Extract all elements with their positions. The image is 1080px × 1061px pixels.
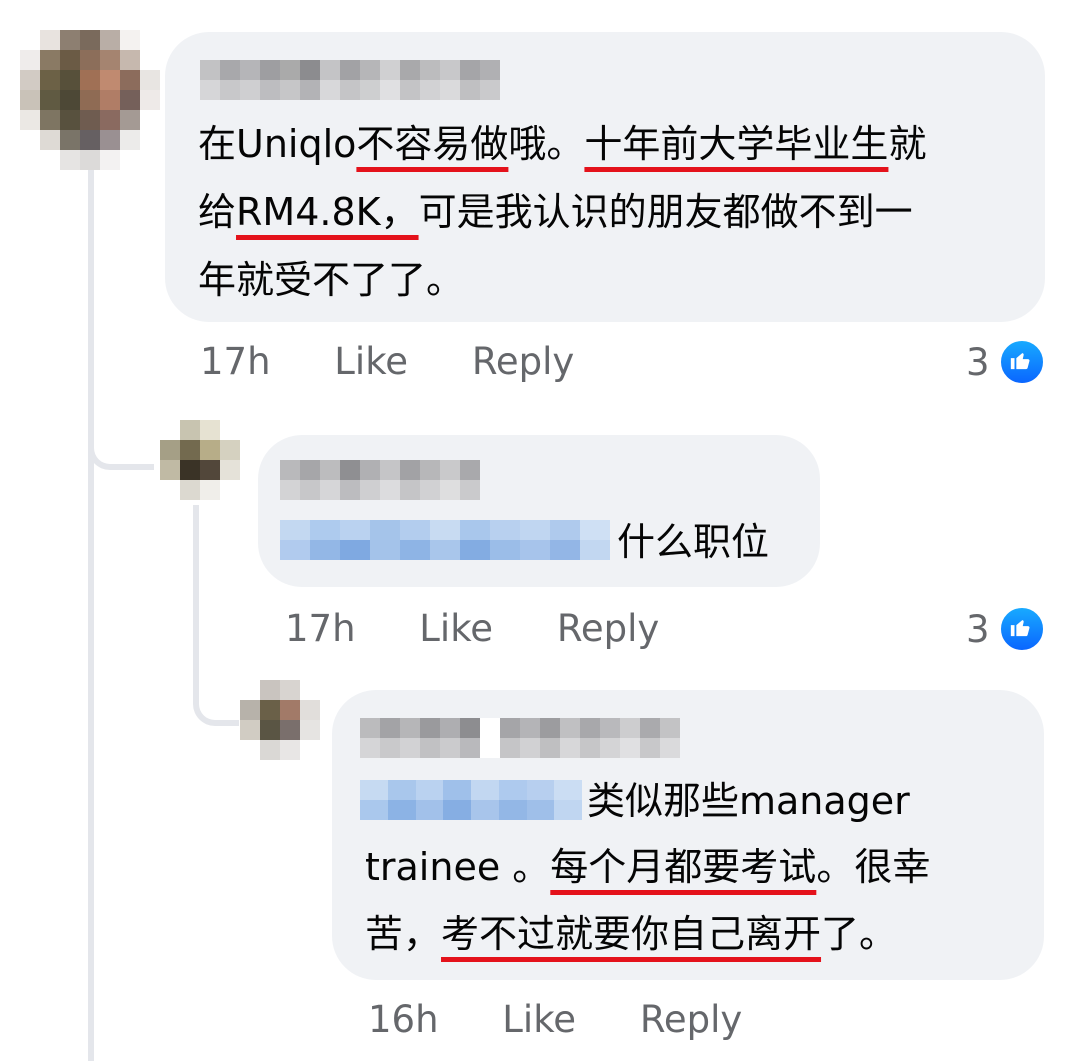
thread-connector-reply-1 <box>88 400 154 470</box>
timestamp[interactable]: 16h <box>368 998 439 1041</box>
like-button[interactable]: Like <box>334 340 408 383</box>
thread-line-reply-1 <box>193 505 199 675</box>
comment-meta: 17h Like Reply <box>200 340 574 383</box>
author-name-blurred[interactable] <box>360 718 680 758</box>
comment-text-line-1: 类似那些manager <box>587 779 910 823</box>
like-icon <box>997 605 1046 653</box>
comment-text-line-2: 给RM4.8K，可是我认识的朋友都做不到一 <box>198 190 913 234</box>
like-button[interactable]: Like <box>419 607 493 650</box>
reply-button[interactable]: Reply <box>640 998 742 1041</box>
reaction-summary[interactable]: 3 <box>966 605 1046 653</box>
author-name-blurred[interactable] <box>280 460 480 500</box>
author-name-blurred[interactable] <box>200 60 500 100</box>
like-icon <box>997 338 1046 386</box>
mention-tag-blurred[interactable] <box>280 520 610 560</box>
comment-text-line-2: trainee 。每个月都要考试。很幸 <box>365 845 931 889</box>
thread-line-main <box>88 160 94 1061</box>
comment-text: 什么职位 <box>617 520 770 564</box>
reply-button[interactable]: Reply <box>472 340 574 383</box>
reply-button[interactable]: Reply <box>557 607 659 650</box>
reaction-summary[interactable]: 3 <box>966 338 1046 386</box>
comment-text-line-3: 年就受不了了。 <box>198 258 465 302</box>
comment-text-line-3: 苦，考不过就要你自己离开了。 <box>365 912 898 956</box>
mention-tag-blurred[interactable] <box>360 780 582 820</box>
avatar[interactable] <box>20 30 160 170</box>
thread-connector-reply-2 <box>193 660 239 726</box>
comment-meta: 17h Like Reply <box>285 607 659 650</box>
timestamp[interactable]: 17h <box>200 340 271 383</box>
reaction-count: 3 <box>966 340 990 384</box>
like-button[interactable]: Like <box>502 998 576 1041</box>
timestamp[interactable]: 17h <box>285 607 356 650</box>
comment-text-line-1: 在Uniqlo不容易做哦。十年前大学毕业生就 <box>198 122 927 166</box>
avatar[interactable] <box>240 680 320 760</box>
reaction-count: 3 <box>966 607 990 651</box>
comment-meta: 16h Like Reply <box>368 998 742 1041</box>
avatar[interactable] <box>160 420 240 500</box>
